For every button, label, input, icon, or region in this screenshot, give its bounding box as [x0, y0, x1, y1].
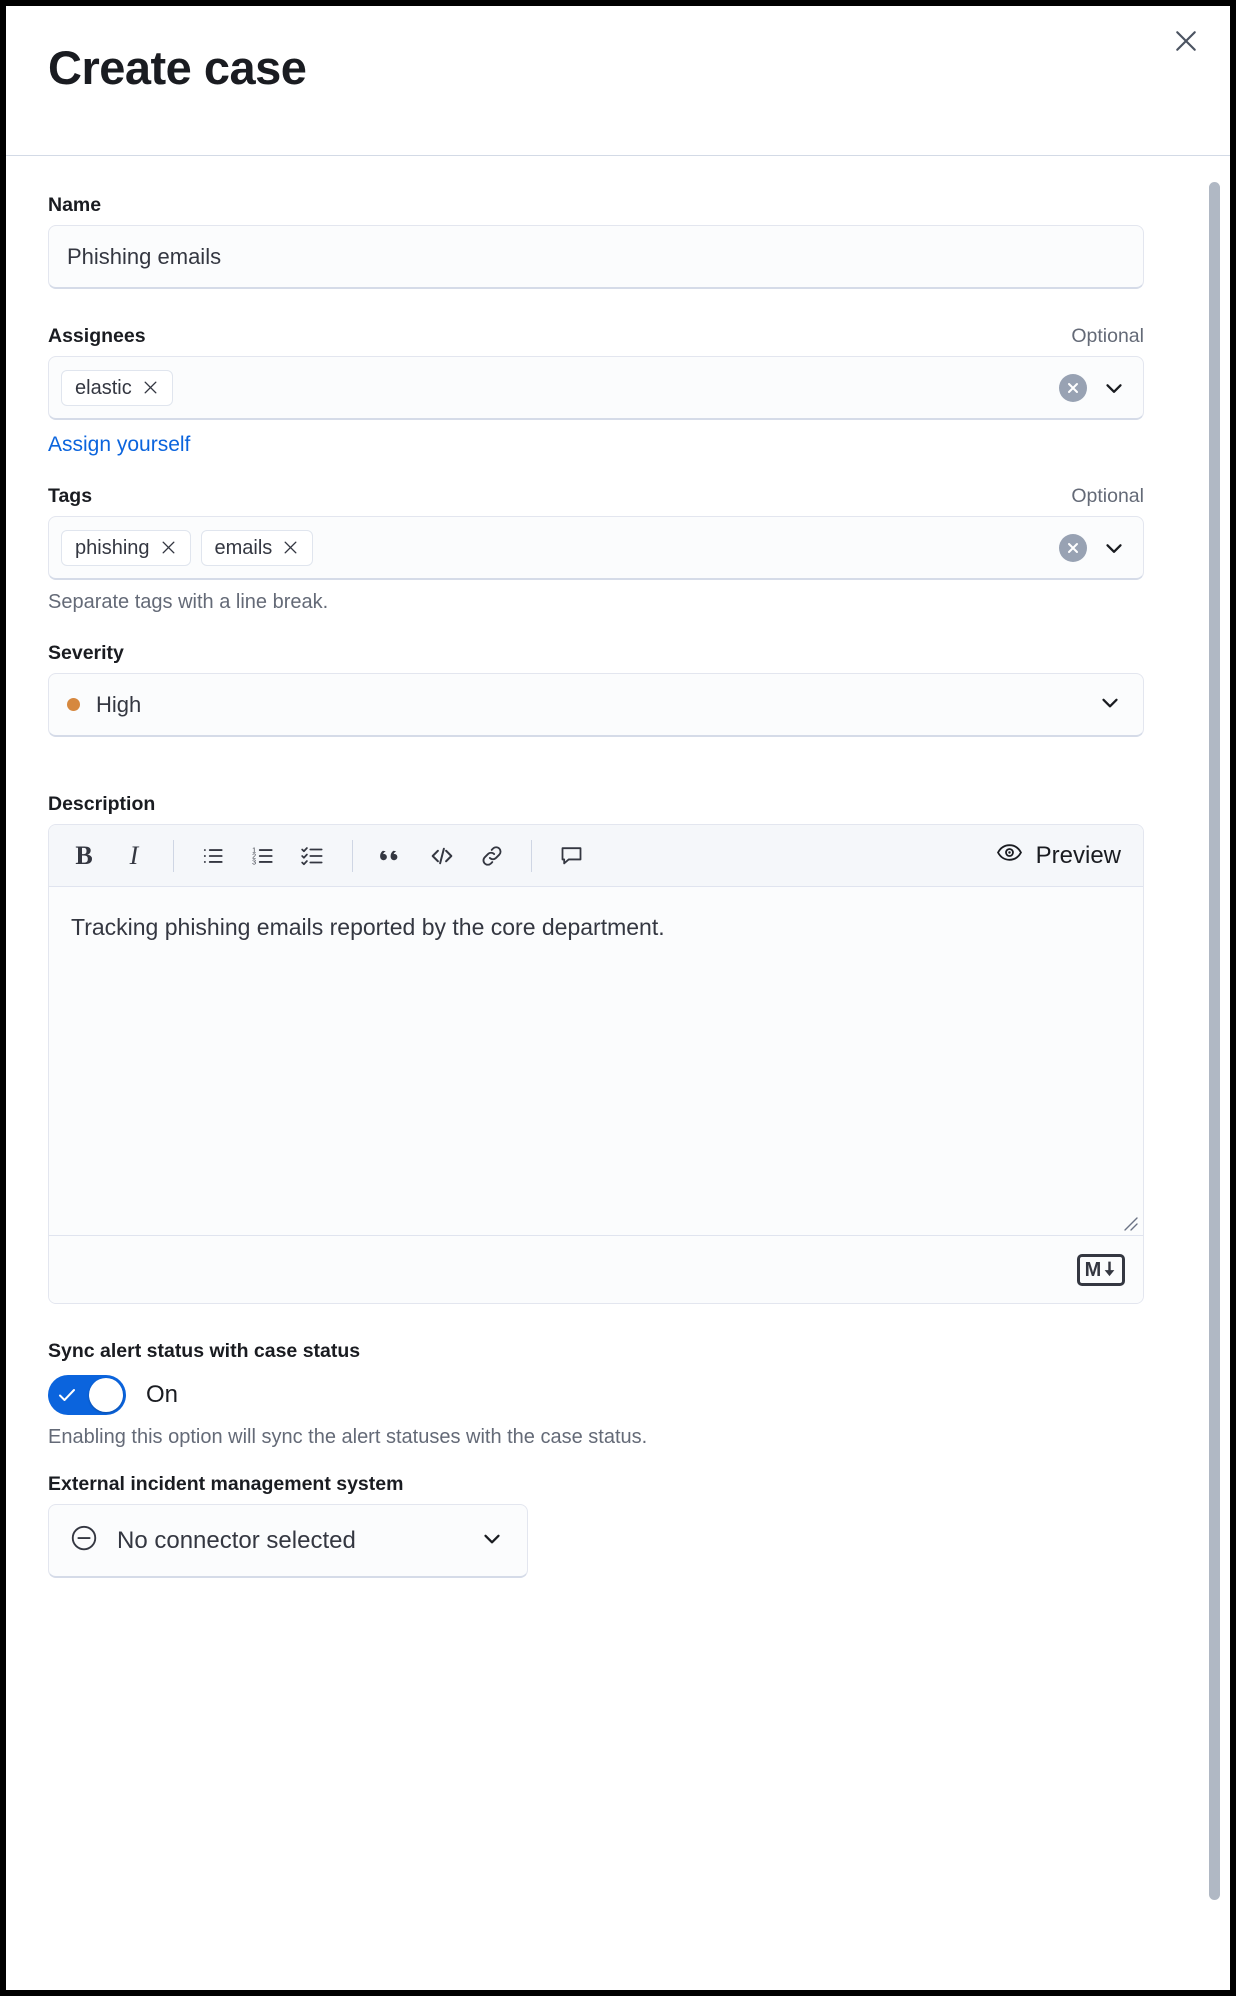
field-severity: Severity High	[48, 642, 1144, 737]
tag-pill-label: phishing	[75, 536, 150, 559]
tags-label: Tags	[48, 485, 93, 507]
chevron-down-icon[interactable]	[479, 1525, 505, 1556]
connector-label: External incident management system	[48, 1473, 404, 1495]
assign-yourself-link[interactable]: Assign yourself	[48, 433, 190, 457]
assignees-combobox-actions	[1059, 373, 1127, 402]
markdown-editor: B I 1 2 3 Preview Tracking phishing emai…	[48, 824, 1144, 1304]
name-label: Name	[48, 194, 102, 216]
flyout-body: Name Phishing emails Assignees Optional …	[6, 156, 1230, 1990]
field-sync-alert-status: Sync alert status with case status On En…	[48, 1340, 1144, 1449]
preview-label: Preview	[1035, 841, 1121, 869]
assignee-pill[interactable]: elastic	[61, 369, 173, 406]
numbered-list-icon[interactable]: 1 2 3	[238, 831, 288, 881]
tags-help-text: Separate tags with a line break.	[48, 591, 329, 613]
description-textarea[interactable]: Tracking phishing emails reported by the…	[49, 887, 1143, 1235]
form-content: Name Phishing emails Assignees Optional …	[6, 156, 1186, 1578]
tag-pill[interactable]: emails	[200, 529, 314, 566]
severity-select[interactable]: High	[48, 673, 1144, 737]
bold-icon[interactable]: B	[59, 831, 109, 881]
blockquote-icon[interactable]	[367, 831, 417, 881]
remove-tag-icon[interactable]	[282, 539, 299, 556]
assignee-pill-label: elastic	[75, 376, 132, 399]
remove-tag-icon[interactable]	[160, 539, 177, 556]
italic-icon[interactable]: I	[109, 831, 159, 881]
assignees-optional-label: Optional	[1071, 325, 1144, 347]
field-tags: Tags Optional phishing emails Separate t…	[48, 485, 1144, 614]
description-label: Description	[48, 793, 156, 815]
sync-toggle-state: On	[146, 1381, 179, 1408]
toolbar-divider	[173, 839, 174, 872]
tags-combobox-actions	[1059, 533, 1127, 562]
tag-pill-label: emails	[214, 536, 273, 559]
tags-combobox[interactable]: phishing emails	[48, 516, 1144, 580]
bold-glyph: B	[75, 840, 93, 870]
markdown-footer: M	[49, 1235, 1143, 1303]
remove-assignee-icon[interactable]	[142, 379, 159, 396]
close-button[interactable]	[1164, 20, 1208, 64]
page-title: Create case	[48, 41, 307, 94]
italic-glyph: I	[129, 840, 139, 870]
connector-value: No connector selected	[117, 1526, 356, 1554]
tag-pill[interactable]: phishing	[61, 529, 191, 566]
chevron-down-icon[interactable]	[1101, 535, 1127, 561]
scrollbar[interactable]	[1208, 156, 1220, 1990]
flyout-header: Create case	[6, 6, 1230, 156]
markdown-glyph: M	[1084, 1258, 1102, 1281]
description-text: Tracking phishing emails reported by the…	[71, 914, 665, 940]
sync-help-text: Enabling this option will sync the alert…	[48, 1426, 648, 1448]
name-input[interactable]: Phishing emails	[48, 225, 1144, 289]
assignees-combobox[interactable]: elastic	[48, 356, 1144, 420]
sync-toggle[interactable]	[48, 1375, 126, 1415]
name-input-value: Phishing emails	[67, 243, 222, 269]
markdown-icon[interactable]: M	[1077, 1253, 1125, 1286]
tags-optional-label: Optional	[1071, 485, 1144, 507]
assignees-label: Assignees	[48, 325, 146, 347]
bulleted-list-icon[interactable]	[188, 831, 238, 881]
sync-label: Sync alert status with case status	[48, 1340, 361, 1362]
field-description: Description B I 1 2 3 Preview Tracking p…	[48, 793, 1144, 1304]
check-icon	[57, 1386, 77, 1409]
chevron-down-icon[interactable]	[1101, 375, 1127, 401]
severity-label: Severity	[48, 642, 124, 664]
comment-icon[interactable]	[546, 831, 596, 881]
toggle-knob	[89, 1378, 123, 1412]
scrollbar-thumb[interactable]	[1209, 182, 1220, 1900]
link-icon[interactable]	[467, 831, 517, 881]
toolbar-divider	[352, 839, 353, 872]
minus-circle-icon	[69, 1523, 99, 1558]
markdown-toolbar: B I 1 2 3 Preview	[49, 825, 1143, 887]
create-case-flyout: Create case Name Phishing emails Assigne…	[6, 6, 1230, 1990]
svg-text:3: 3	[252, 859, 256, 866]
close-icon	[1171, 26, 1201, 59]
clear-circle-icon[interactable]	[1059, 533, 1087, 562]
eye-icon	[996, 839, 1023, 873]
resize-handle[interactable]	[1115, 1208, 1139, 1232]
preview-button[interactable]: Preview	[984, 833, 1133, 879]
field-assignees: Assignees Optional elastic Assign yourse…	[48, 325, 1144, 457]
connector-select[interactable]: No connector selected	[48, 1504, 528, 1578]
field-name: Name Phishing emails	[48, 194, 1144, 289]
severity-value: High	[96, 691, 142, 717]
toolbar-divider	[531, 839, 532, 872]
code-icon[interactable]	[417, 831, 467, 881]
chevron-down-icon[interactable]	[1097, 689, 1123, 720]
severity-dot-icon	[67, 698, 80, 711]
clear-circle-icon[interactable]	[1059, 373, 1087, 402]
checklist-icon[interactable]	[288, 831, 338, 881]
field-connector: External incident management system No c…	[48, 1473, 1144, 1578]
